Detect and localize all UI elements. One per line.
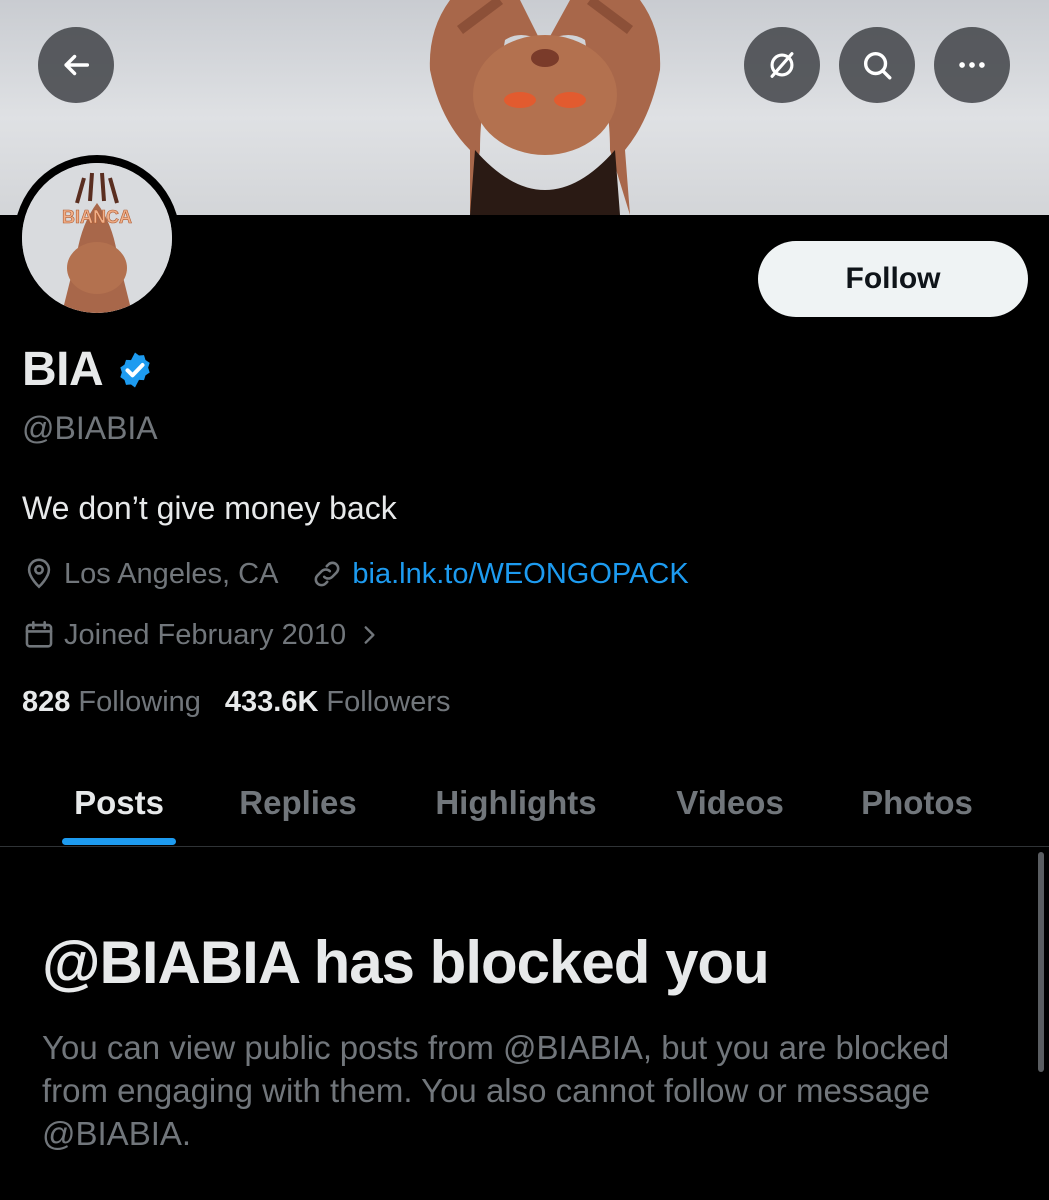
follow-button[interactable]: Follow: [758, 241, 1028, 317]
followers-count: 433.6K: [224, 686, 319, 718]
meta-row-location: Los Angeles, CA bia.lnk.to/WEONGOPACK: [22, 557, 689, 591]
profile-tabs: Posts Replies Highlights Videos Photos: [0, 760, 1049, 846]
active-tab-indicator: [62, 838, 176, 845]
slashed-circle-icon: [770, 52, 794, 78]
link-icon: [315, 561, 340, 587]
blocked-body: You can view public posts from @BIABIA, …: [42, 1029, 950, 1152]
following-count: 828: [22, 686, 71, 718]
blocked-title: @BIABIA has blocked you: [42, 929, 770, 996]
followers-link[interactable]: 433.6K Followers: [225, 686, 451, 719]
tab-photos[interactable]: Photos: [836, 760, 998, 846]
tab-replies[interactable]: Replies: [214, 760, 382, 846]
avatar-image: BIANCA: [22, 163, 172, 313]
scrollbar[interactable]: [1038, 852, 1044, 1072]
arrow-left-icon: [64, 54, 90, 76]
profile-page: BIANCA Follow BIA @BIABIA We don’t give …: [0, 0, 1049, 1200]
location-text: Los Angeles, CA: [64, 557, 279, 590]
more-horizontal-icon: [959, 62, 985, 68]
grok-button[interactable]: [744, 27, 820, 103]
handle: @BIABIA: [22, 410, 158, 446]
calendar-icon: [25, 620, 53, 648]
verified-badge-icon[interactable]: [115, 350, 155, 390]
name-row: BIA: [22, 342, 155, 397]
tab-posts[interactable]: Posts: [40, 760, 198, 846]
tab-highlights[interactable]: Highlights: [408, 760, 624, 846]
joined-row[interactable]: Joined February 2010: [22, 618, 390, 652]
search-icon: [863, 51, 892, 80]
joined-text: Joined February 2010: [64, 618, 347, 651]
tab-videos[interactable]: Videos: [650, 760, 810, 846]
tabs-divider: [0, 846, 1049, 847]
avatar[interactable]: BIANCA: [14, 155, 180, 321]
chevron-right-icon: [364, 626, 375, 644]
bio: We don’t give money back: [22, 490, 397, 526]
followers-label: Followers: [326, 686, 451, 718]
follow-counts: 828 Following 433.6K Followers: [22, 686, 451, 719]
display-name: BIA: [22, 343, 104, 396]
avatar-photo: BIANCA: [22, 163, 172, 313]
following-link[interactable]: 828 Following: [22, 686, 201, 719]
more-button[interactable]: [934, 27, 1010, 103]
location-pin-icon: [27, 558, 51, 589]
back-button[interactable]: [38, 27, 114, 103]
following-label: Following: [78, 686, 201, 718]
search-button[interactable]: [839, 27, 915, 103]
profile-link[interactable]: bia.lnk.to/WEONGOPACK: [352, 558, 688, 591]
avatar-text: BIANCA: [62, 207, 132, 227]
